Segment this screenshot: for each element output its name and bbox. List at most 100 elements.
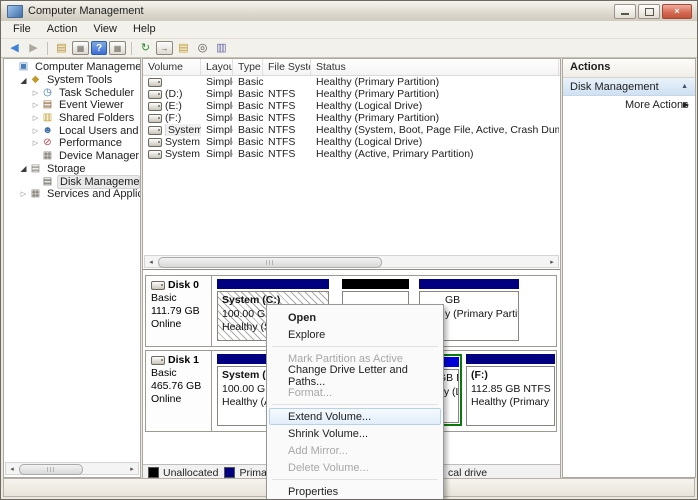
- volume-name: System (C:): [165, 124, 201, 136]
- toolbar-disk-settings-icon[interactable]: ▥: [213, 41, 230, 56]
- menu-action[interactable]: Action: [39, 22, 86, 37]
- actions-group-disk-management[interactable]: Disk Management ▲: [563, 78, 695, 96]
- expander-icon[interactable]: ▷: [30, 101, 41, 109]
- drive-icon: [148, 126, 162, 135]
- disk-status: Online: [151, 318, 211, 331]
- toolbar-search-icon[interactable]: ◎: [194, 41, 211, 56]
- toolbar-back-icon[interactable]: ◀: [6, 41, 23, 56]
- scroll-right-icon[interactable]: ▸: [546, 256, 558, 267]
- more-actions-item[interactable]: More Actions ▶: [563, 96, 695, 113]
- volume-list-horizontal-scrollbar[interactable]: ◂ ▸: [144, 255, 559, 268]
- context-menu-item-open[interactable]: Open: [269, 309, 441, 326]
- disk-icon: [151, 356, 165, 365]
- tree-item-computer-management-local[interactable]: ▣Computer Management (Local): [4, 61, 140, 74]
- expander-icon[interactable]: ▷: [30, 89, 41, 97]
- volume-row-system-h[interactable]: System (H:)SimpleBasicNTFSHealthy (Activ…: [143, 148, 560, 160]
- disk-name-text: Disk 0: [168, 279, 199, 292]
- expander-icon[interactable]: ▷: [18, 190, 29, 198]
- toolbar-help-icon[interactable]: ?: [91, 41, 107, 55]
- column-header-layout[interactable]: Layout: [201, 59, 233, 75]
- volume-row-system-g[interactable]: System (G:)SimpleBasicNTFSHealthy (Logic…: [143, 136, 560, 148]
- volume-cell: Basic: [233, 100, 263, 112]
- scrollbar-thumb[interactable]: [158, 257, 382, 268]
- expander-icon[interactable]: ▷: [30, 114, 41, 122]
- expander-icon[interactable]: ▷: [30, 139, 41, 147]
- context-menu-item-explore[interactable]: Explore: [269, 326, 441, 343]
- toolbar-separator: [47, 42, 48, 55]
- actions-header: Actions: [563, 59, 695, 78]
- volume-row-e[interactable]: (E:)SimpleBasicNTFSHealthy (Logical Driv…: [143, 100, 560, 112]
- toolbar-show-hide-console-tree-icon[interactable]: ▤: [53, 41, 70, 56]
- tree-item-task-scheduler[interactable]: ▷◷Task Scheduler: [4, 86, 140, 99]
- column-header-status[interactable]: Status: [311, 59, 559, 75]
- toolbar-open-folder-icon[interactable]: ▤: [175, 41, 192, 56]
- disk-label-disk-0[interactable]: Disk 0Basic111.79 GBOnline: [146, 276, 212, 346]
- volume-row-blank[interactable]: SimpleBasicHealthy (Primary Partition): [143, 76, 560, 88]
- maximize-button[interactable]: [638, 4, 660, 19]
- scroll-left-icon[interactable]: ◂: [145, 256, 157, 267]
- title-bar[interactable]: Computer Management ×: [1, 1, 697, 22]
- tree-item-storage[interactable]: ◢▤Storage: [4, 163, 140, 176]
- tree-horizontal-scrollbar[interactable]: ◂ ▸: [5, 462, 139, 475]
- scroll-left-icon[interactable]: ◂: [6, 463, 18, 474]
- tree-item-device-manager[interactable]: ▦Device Manager: [4, 150, 140, 163]
- context-menu-item-delete-volume: Delete Volume...: [269, 459, 441, 476]
- disk-size: 111.79 GB: [151, 305, 211, 318]
- minimize-button[interactable]: [614, 4, 636, 19]
- volume-cell: Simple: [201, 148, 233, 160]
- menu-file[interactable]: File: [5, 22, 39, 37]
- app-icon: [7, 5, 23, 18]
- tree-item-performance[interactable]: ▷⊘Performance: [4, 137, 140, 150]
- toolbar: ◀▶▤▦?▦↻→▤◎▥: [1, 39, 697, 58]
- drive-icon: [148, 150, 162, 159]
- scrollbar-thumb[interactable]: [19, 464, 83, 475]
- event-viewer-icon: ▤: [41, 100, 54, 111]
- volume-cell: Healthy (System, Boot, Page File, Active…: [311, 124, 559, 136]
- volume-row-f[interactable]: (F:)SimpleBasicNTFSHealthy (Primary Part…: [143, 112, 560, 124]
- users-icon: ☻: [41, 125, 54, 136]
- disk-kind: Basic: [151, 367, 211, 380]
- menu-view[interactable]: View: [85, 22, 125, 37]
- expander-icon[interactable]: ◢: [18, 164, 29, 173]
- context-menu-item-change-drive-letter-and-paths[interactable]: Change Drive Letter and Paths...: [269, 367, 441, 384]
- column-header-type[interactable]: Type: [233, 59, 263, 75]
- storage-icon: ▤: [29, 163, 42, 174]
- toolbar-forward-icon[interactable]: ▶: [25, 41, 42, 56]
- volume-cell: Simple: [201, 88, 233, 100]
- tree-item-system-tools[interactable]: ◢◆System Tools: [4, 74, 140, 87]
- scroll-right-icon[interactable]: ▸: [126, 463, 138, 474]
- toolbar-refresh-icon[interactable]: ↻: [137, 41, 154, 56]
- close-button[interactable]: ×: [662, 4, 692, 19]
- expander-icon[interactable]: ▷: [30, 127, 41, 135]
- volume-row-d[interactable]: (D:)SimpleBasicNTFSHealthy (Primary Part…: [143, 88, 560, 100]
- column-header-volume[interactable]: Volume: [143, 59, 201, 75]
- collapse-chevron-icon[interactable]: ▲: [681, 83, 688, 90]
- volume-cell: Basic: [233, 148, 263, 160]
- legend-label: Unallocated: [163, 467, 218, 479]
- tree-item-label: Storage: [45, 163, 88, 175]
- drive-icon: [148, 78, 162, 87]
- disk-label-disk-1[interactable]: Disk 1Basic465.76 GBOnline: [146, 351, 212, 431]
- toolbar-export-list-icon[interactable]: →: [156, 41, 173, 55]
- context-menu-item-shrink-volume[interactable]: Shrink Volume...: [269, 425, 441, 442]
- tree-item-event-viewer[interactable]: ▷▤Event Viewer: [4, 99, 140, 112]
- tree-item-services-and-applications[interactable]: ▷▦Services and Applications: [4, 188, 140, 201]
- partition-drive-f[interactable]: (F:)112.85 GB NTFSHealthy (Primary: [466, 354, 555, 426]
- tree-item-disk-management[interactable]: ▤Disk Management: [4, 175, 140, 188]
- menu-separator: [272, 346, 438, 347]
- context-menu-item-properties[interactable]: Properties: [269, 483, 441, 500]
- volume-cell: Healthy (Primary Partition): [311, 88, 559, 100]
- menu-help[interactable]: Help: [125, 22, 164, 37]
- toolbar-console-window-icon[interactable]: ▦: [72, 41, 89, 55]
- column-header-file-system[interactable]: File System: [263, 59, 311, 75]
- context-menu-item-add-mirror: Add Mirror...: [269, 442, 441, 459]
- context-menu-item-extend-volume[interactable]: Extend Volume...: [269, 408, 441, 425]
- shared-folders-icon: ▥: [41, 113, 54, 124]
- tree-item-shared-folders[interactable]: ▷▥Shared Folders: [4, 112, 140, 125]
- tree-item-local-users-and-groups[interactable]: ▷☻Local Users and Groups: [4, 124, 140, 137]
- volume-cell: Healthy (Primary Partition): [311, 112, 559, 124]
- expander-icon[interactable]: ◢: [18, 76, 29, 85]
- console-tree: ▣Computer Management (Local)◢◆System Too…: [4, 61, 140, 459]
- toolbar-console-window-2-icon[interactable]: ▦: [109, 41, 126, 55]
- volume-row-system-c[interactable]: System (C:)SimpleBasicNTFSHealthy (Syste…: [143, 124, 560, 136]
